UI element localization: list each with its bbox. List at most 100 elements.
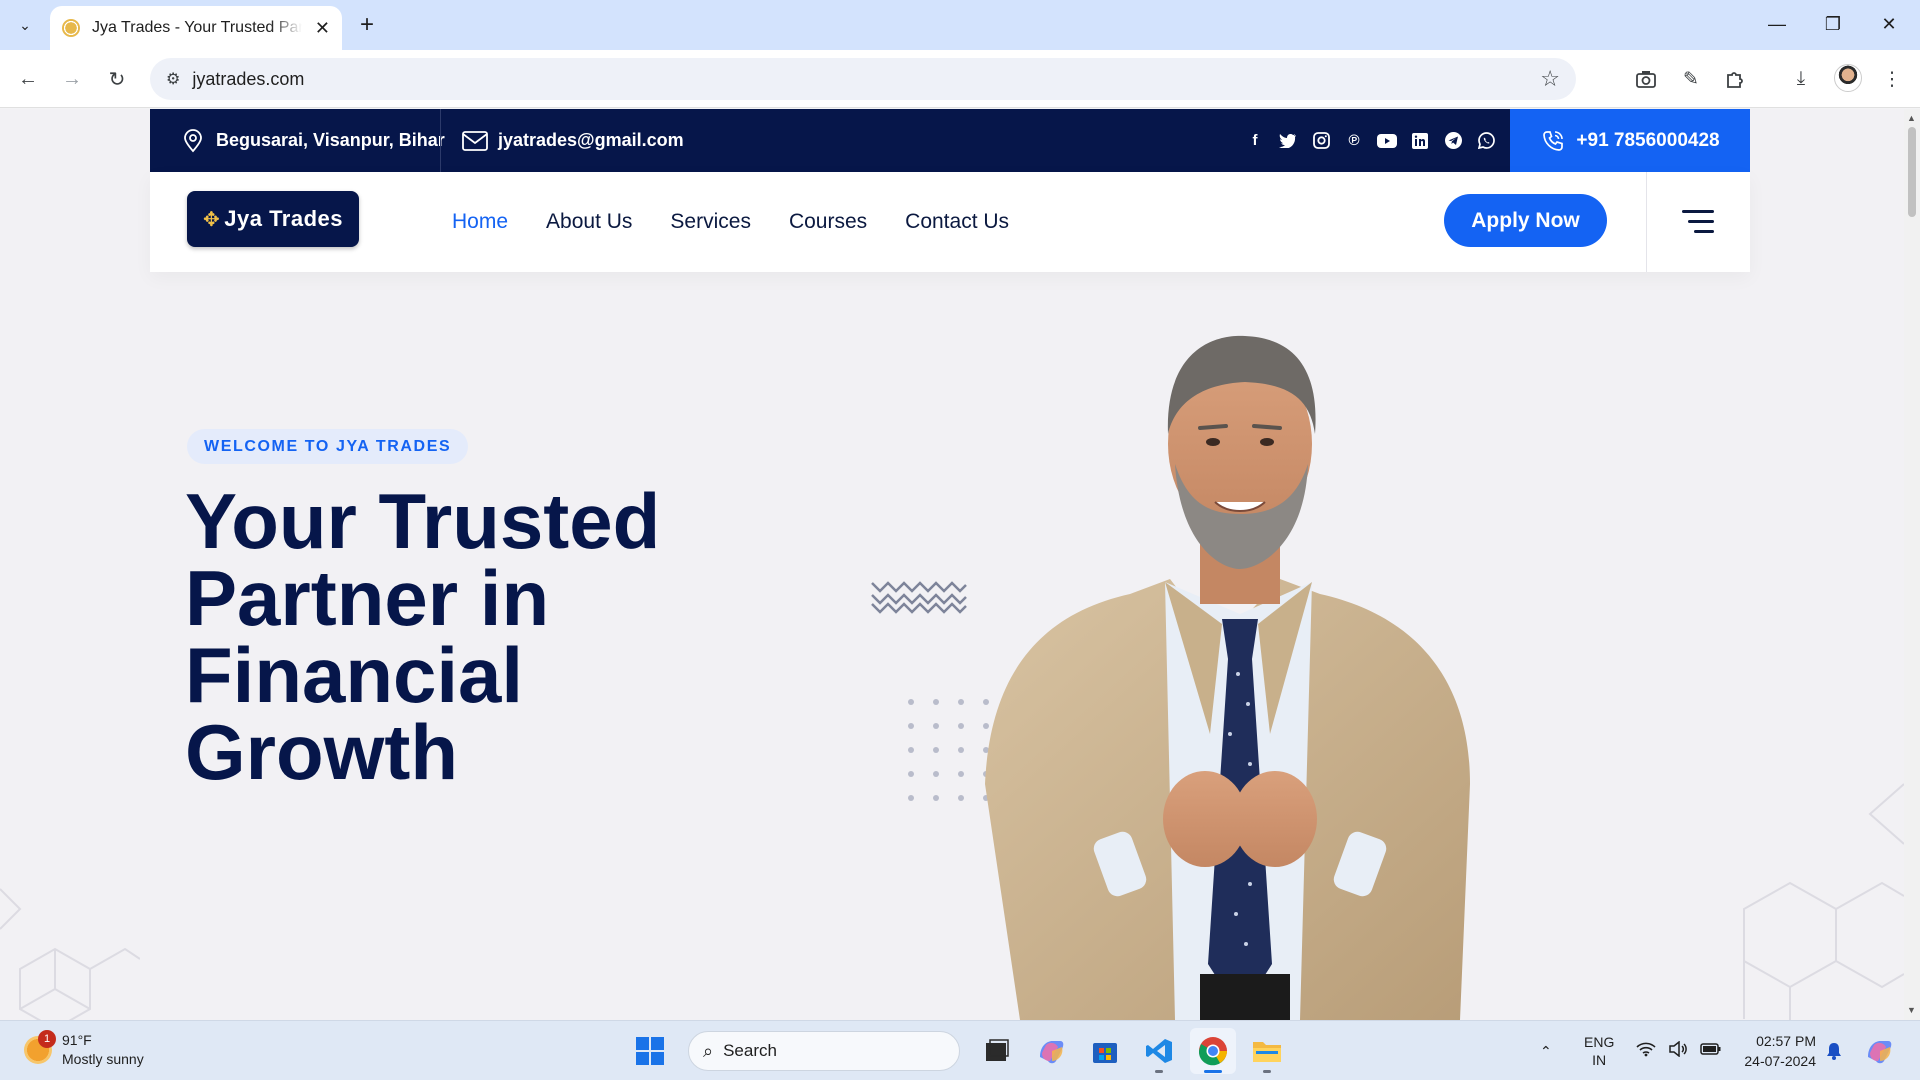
new-tab-icon[interactable]: +: [352, 10, 382, 40]
active-indicator: [1204, 1070, 1222, 1073]
tab-title: Jya Trades - Your Trusted Partne: [92, 19, 302, 36]
file-explorer-icon[interactable]: [1244, 1028, 1290, 1074]
site-info-icon[interactable]: ⚙: [166, 69, 180, 89]
hero-title-line: Your Trusted: [185, 477, 661, 565]
copilot-icon[interactable]: [1028, 1028, 1074, 1074]
hexagon-edge-icon: [0, 888, 22, 930]
eyedropper-icon[interactable]: ✎: [1675, 63, 1707, 95]
tab-close-icon[interactable]: ✕: [315, 18, 330, 39]
browser-tab[interactable]: Jya Trades - Your Trusted Partne ✕: [50, 6, 342, 50]
email-link[interactable]: jyatrades@gmail.com: [498, 130, 684, 151]
phone-icon: [1540, 128, 1566, 154]
weather-sun-icon: 1: [24, 1030, 56, 1064]
linkedin-icon[interactable]: [1410, 131, 1430, 151]
facebook-icon[interactable]: f: [1245, 131, 1265, 151]
pinterest-icon[interactable]: ℗: [1344, 131, 1364, 151]
back-icon[interactable]: ←: [12, 63, 44, 95]
copilot-tray-icon[interactable]: [1864, 1021, 1894, 1080]
nav-link-about-us[interactable]: About Us: [546, 210, 632, 234]
site-logo[interactable]: ✥ Jya Trades: [187, 191, 359, 247]
telegram-icon[interactable]: [1443, 131, 1463, 151]
web-page: Begusarai, Visanpur, Bihar jyatrades@gma…: [0, 109, 1904, 1020]
hexagon-pattern-right-icon: [1743, 881, 1904, 1020]
search-label: Search: [723, 1041, 777, 1060]
more-menu-icon[interactable]: ⋮: [1876, 63, 1908, 95]
scroll-thumb[interactable]: [1908, 127, 1916, 217]
hero-title-line: Financial: [185, 631, 524, 719]
bookmark-star-icon[interactable]: ☆: [1540, 66, 1560, 92]
hamburger-menu-icon[interactable]: [1682, 210, 1714, 234]
system-tray[interactable]: [1636, 1021, 1722, 1080]
nav-link-home[interactable]: Home: [452, 210, 508, 234]
tab-search-icon[interactable]: ⌄: [10, 10, 40, 40]
profile-avatar[interactable]: [1834, 64, 1862, 92]
taskbar-search[interactable]: ⌕ Search: [688, 1031, 960, 1071]
reload-icon[interactable]: ↻: [101, 63, 133, 95]
forward-icon[interactable]: →: [56, 63, 88, 95]
chrome-icon[interactable]: [1190, 1028, 1236, 1074]
windows-start-icon[interactable]: [636, 1037, 664, 1065]
topbar-divider: [440, 109, 441, 172]
hero-title-line: Partner in: [185, 554, 550, 642]
volume-icon: [1668, 1039, 1688, 1062]
language-code: ENG: [1584, 1034, 1615, 1050]
vscode-icon[interactable]: [1136, 1028, 1182, 1074]
windows-taskbar: 1 91°F Mostly sunny ⌕ Search ⌃ ENG IN 02…: [0, 1020, 1920, 1080]
page-scrollbar[interactable]: ▲ ▼: [1904, 109, 1920, 1020]
system-clock[interactable]: 02:57 PM 24-07-2024: [1736, 1031, 1816, 1071]
weather-widget[interactable]: 1 91°F Mostly sunny: [24, 1030, 144, 1069]
hero-businessman-image: [985, 335, 1470, 1020]
search-icon: ⌕: [703, 1040, 714, 1061]
browser-toolbar: ← → ↻ ⚙ jyatrades.com ☆ ✎ ⤓ ⋮: [0, 50, 1920, 108]
clock-date: 24-07-2024: [1744, 1053, 1816, 1069]
apply-now-button[interactable]: Apply Now: [1444, 194, 1607, 247]
notification-bell-icon[interactable]: [1826, 1021, 1842, 1080]
top-info-bar: Begusarai, Visanpur, Bihar jyatrades@gma…: [150, 109, 1750, 172]
twitter-icon[interactable]: [1278, 131, 1298, 151]
camera-icon[interactable]: [1630, 63, 1662, 95]
address-bar[interactable]: ⚙ jyatrades.com ☆: [150, 58, 1576, 100]
task-view-icon[interactable]: [974, 1028, 1020, 1074]
microsoft-store-icon[interactable]: [1082, 1028, 1128, 1074]
favicon-icon: [62, 19, 80, 37]
extensions-icon[interactable]: [1719, 63, 1751, 95]
phone-cta[interactable]: +91 7856000428: [1510, 109, 1750, 172]
instagram-icon[interactable]: [1311, 131, 1331, 151]
minimize-icon[interactable]: —: [1754, 8, 1800, 40]
email-item[interactable]: jyatrades@gmail.com: [462, 109, 684, 172]
hero-title: Your Trusted Partner in Financial Growth: [185, 477, 825, 796]
youtube-icon[interactable]: [1377, 131, 1397, 151]
whatsapp-icon[interactable]: [1476, 131, 1496, 151]
hexagon-small-icon: [1868, 783, 1904, 845]
close-window-icon[interactable]: ✕: [1866, 8, 1912, 40]
download-icon[interactable]: ⤓: [1785, 63, 1817, 95]
tray-overflow-icon[interactable]: ⌃: [1540, 1021, 1552, 1080]
hero-title-line: Growth: [185, 708, 458, 796]
weather-alert-badge: 1: [38, 1030, 56, 1048]
envelope-icon: [462, 128, 488, 154]
nav-link-courses[interactable]: Courses: [789, 210, 867, 234]
logo-text: Jya Trades: [224, 206, 343, 231]
browser-tab-bar: ⌄ Jya Trades - Your Trusted Partne ✕ + —…: [0, 0, 1920, 50]
battery-icon: [1700, 1042, 1722, 1061]
address-text: Begusarai, Visanpur, Bihar: [216, 130, 445, 150]
restore-icon[interactable]: ❐: [1810, 8, 1856, 40]
location-pin-icon: [180, 128, 206, 154]
address-item: Begusarai, Visanpur, Bihar: [180, 109, 445, 172]
scroll-up-icon[interactable]: ▲: [1907, 113, 1916, 123]
social-links: f ℗: [1245, 109, 1496, 172]
phone-number: +91 7856000428: [1576, 129, 1720, 151]
taskbar-apps: ⌕ Search: [636, 1027, 1294, 1075]
wifi-icon: [1636, 1041, 1656, 1062]
url-text[interactable]: jyatrades.com: [192, 69, 304, 90]
zigzag-decoration-icon: [871, 581, 967, 614]
language-indicator[interactable]: ENG IN: [1584, 1021, 1614, 1080]
main-navbar: ✥ Jya Trades Home About Us Services Cour…: [150, 172, 1750, 272]
nav-link-services[interactable]: Services: [670, 210, 751, 234]
nav-link-contact-us[interactable]: Contact Us: [905, 210, 1009, 234]
welcome-badge: WELCOME TO JYA TRADES: [187, 429, 469, 464]
logo-emblem-icon: ✥: [202, 208, 221, 231]
running-indicator: [1263, 1070, 1271, 1073]
scroll-down-icon[interactable]: ▼: [1907, 1005, 1916, 1015]
clock-time: 02:57 PM: [1756, 1033, 1816, 1049]
